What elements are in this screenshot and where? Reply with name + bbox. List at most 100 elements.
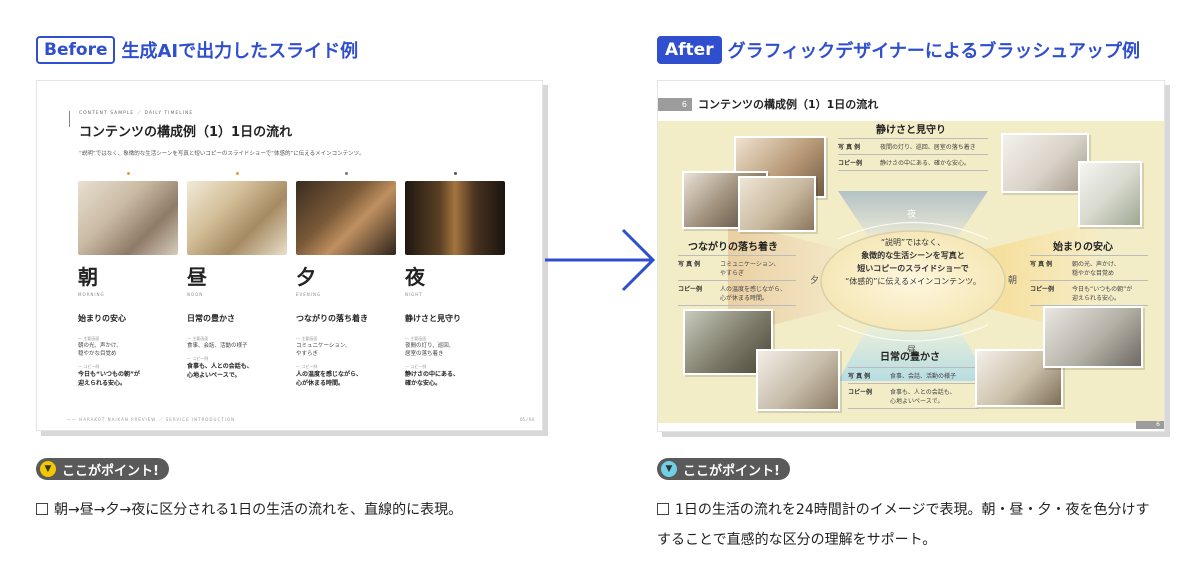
evening-v1a: コミュニケーション、 (720, 261, 780, 268)
morning-k2: コピー例 (1030, 286, 1055, 293)
before-slide-crumb: CONTENT SAMPLE ／ DAILY TIMELINE (79, 111, 194, 116)
segment-evening: 夕 (810, 276, 820, 286)
evening-roman: EVENING (296, 292, 322, 297)
after-point-label: ここがポイント! (683, 463, 780, 479)
before-point-label: ここがポイント! (62, 463, 159, 479)
evening-section-table: 写 真 例 コミュニケーション、 やすらぎ コピー例 人の温度を感じながら、 心が休まる… (678, 255, 796, 306)
evening-text1b: やすらぎ (296, 351, 319, 357)
night-section-title: 静けさと見守り (876, 125, 946, 136)
before-slide: CONTENT SAMPLE ／ DAILY TIMELINE コンテンツの構成… (36, 80, 543, 431)
down-triangle-icon: ▼ (40, 461, 56, 477)
morning-title: 始まりの安心 (78, 314, 126, 323)
before-description-text: 朝→昼→夕→夜に区分される1日の生活の流れを、直線的に表現。 (54, 502, 463, 518)
morning-roman: MORNING (78, 292, 105, 297)
before-heading-text: 生成AIで出力したスライド例 (121, 41, 359, 62)
noon-roman: NOON (187, 292, 204, 297)
after-slide-footer-num: 6 (1136, 421, 1164, 429)
morning-photo (78, 181, 178, 255)
after-point-badge: ▼ ここがポイント! (657, 458, 790, 480)
checkbox-icon (36, 503, 48, 515)
night-copy-a: 静けさの中にある、 (405, 371, 460, 378)
after-description: 1日の生活の流れを24時間計のイメージで表現。朝・昼・夕・夜を色分けす すること… (657, 495, 1177, 555)
after-heading: After グラフィックデザイナーによるブラッシュアップ例 (657, 36, 1140, 64)
noon-v1: 食事、会話、活動の様子 (890, 373, 957, 380)
evening-v2a: 人の温度を感じながら、 (720, 286, 787, 293)
evening-kanji: 夕 (296, 265, 316, 289)
evening-k1: 写 真 例 (678, 261, 701, 268)
morning-photo-3 (1043, 306, 1143, 368)
evening-photo (296, 181, 396, 255)
morning-photo-1 (1001, 133, 1089, 193)
morning-photo-2 (1078, 161, 1142, 227)
night-k2: コピー例 (838, 160, 863, 167)
noon-k2: コピー例 (848, 389, 873, 396)
before-slide-page: 05 / 04 (519, 417, 534, 422)
noon-section-title: 日常の豊かさ (880, 352, 940, 363)
evening-title: つながりの落ち着き (296, 314, 368, 323)
before-slide-footer: —— HARAKOT NAIKAN PREVIEW ／ SERVICE INTR… (67, 417, 235, 422)
center-line-1: “説明”ではなく、 (880, 238, 946, 247)
after-slide-title: コンテンツの構成例（1）1日の流れ (698, 98, 879, 111)
night-photo (405, 181, 505, 255)
noon-kanji: 昼 (187, 265, 207, 289)
night-kanji: 夜 (405, 265, 425, 289)
down-triangle-icon: ▼ (661, 461, 677, 477)
morning-v1b: 穏やかな目覚め (1072, 270, 1115, 277)
before-point-badge: ▼ ここがポイント! (36, 458, 169, 480)
before-tag: Before (36, 36, 116, 64)
noon-v2b: 心地よいペースで。 (890, 398, 944, 405)
before-column-evening: 夕 EVENING つながりの落ち着き — 主要画面 コミュニケーション、 やす… (296, 172, 396, 388)
noon-text1a: 食事、会話、活動の様子 (187, 343, 248, 349)
night-roman: NIGHT (405, 292, 423, 297)
segment-morning: 朝 (1008, 276, 1018, 286)
evening-v1b: やすらぎ (720, 270, 745, 277)
before-column-noon: 昼 NOON 日常の豊かさ — 主要画面 食事、会話、活動の様子 — コピー例 … (187, 172, 287, 380)
before-heading: Before 生成AIで出力したスライド例 (36, 36, 358, 64)
before-slide-subtitle: “説明”ではなく、象徴的な生活シーンを写真と短いコピーのスライドショーで“体感的… (79, 151, 365, 157)
after-description-line1: 1日の生活の流れを24時間計のイメージで表現。朝・昼・夕・夜を色分けす (675, 502, 1150, 518)
before-column-morning: 朝 MORNING 始まりの安心 — 主要画面 朝の光、声かけ、 穏やかな目覚め… (78, 172, 178, 388)
evening-photo-2 (738, 176, 816, 232)
night-text1b: 居室の落ち着き (405, 351, 444, 357)
noon-section-table: 写 真 例 食事、会話、活動の様子 コピー例 食事も、人との会話も、 心地よいペースで… (848, 367, 978, 409)
after-slide-page-num: 6 (658, 98, 692, 111)
morning-text1a: 朝の光、声かけ、 (78, 343, 122, 349)
before-description: 朝→昼→夕→夜に区分される1日の生活の流れを、直線的に表現。 (36, 495, 462, 525)
night-v2: 静けさの中にある、確かな安心。 (880, 160, 971, 167)
after-slide: 6 コンテンツの構成例（1）1日の流れ “説明”ではなく、 象徴的な生活シーンを… (657, 80, 1165, 432)
after-tag: After (657, 36, 722, 64)
evening-section-title: つながりの落ち着き (688, 242, 778, 253)
morning-v2b: 迎えられる安心。 (1072, 295, 1121, 302)
morning-v1a: 朝の光、声かけ、 (1072, 261, 1120, 268)
night-text1a: 夜間の灯り、巡回、 (405, 343, 455, 349)
morning-kanji: 朝 (78, 265, 98, 289)
noon-v2a: 食事も、人との会話も、 (890, 389, 956, 396)
evening-k2: コピー例 (678, 286, 703, 293)
evening-text1a: コミュニケーション、 (296, 343, 351, 349)
segment-night: 夜 (907, 210, 917, 220)
night-k1: 写 真 例 (838, 144, 861, 151)
morning-k1: 写 真 例 (1030, 261, 1053, 268)
after-heading-text: グラフィックデザイナーによるブラッシュアップ例 (727, 41, 1140, 62)
evening-copy-a: 人の温度を感じながら、 (296, 371, 363, 378)
morning-copy-a: 今日も“いつもの朝”が (78, 371, 140, 378)
morning-section-title: 始まりの安心 (1053, 242, 1113, 253)
evening-copy-b: 心が休まる時間。 (296, 380, 345, 387)
morning-v2a: 今日も“いつもの朝”が (1072, 286, 1133, 293)
arrow-right-icon (545, 228, 656, 292)
night-copy-b: 確かな安心。 (405, 380, 442, 387)
noon-photo-2 (756, 349, 840, 411)
before-slide-title: コンテンツの構成例（1）1日の流れ (79, 125, 293, 140)
center-message: “説明”ではなく、 象徴的な生活シーンを写真と 短いコピーのスライドショーで “… (818, 236, 1008, 288)
night-section-table: 写 真 例 夜間の灯り、巡回、居室の落ち着き コピー例 静けさの中にある、確かな安心… (838, 138, 988, 171)
before-column-night: 夜 NIGHT 静けさと見守り — 主要画面 夜間の灯り、巡回、 居室の落ち着き… (405, 172, 505, 388)
center-line-2: 象徴的な生活シーンを写真と (861, 251, 965, 260)
after-description-line2: することで直感的な区分の理解をサポート。 (657, 532, 937, 548)
checkbox-icon (657, 503, 669, 515)
center-line-4: “体感的”に伝えるメインコンテンツ。 (845, 277, 981, 286)
center-line-3: 短いコピーのスライドショーで (857, 264, 969, 273)
night-v1: 夜間の灯り、巡回、居室の落ち着き (880, 144, 976, 151)
morning-section-table: 写 真 例 朝の光、声かけ、 穏やかな目覚め コピー例 今日も“いつもの朝”が 迎えられ… (1030, 255, 1148, 306)
evening-v2b: 心が休まる時間。 (720, 295, 769, 302)
night-title: 静けさと見守り (405, 314, 461, 323)
